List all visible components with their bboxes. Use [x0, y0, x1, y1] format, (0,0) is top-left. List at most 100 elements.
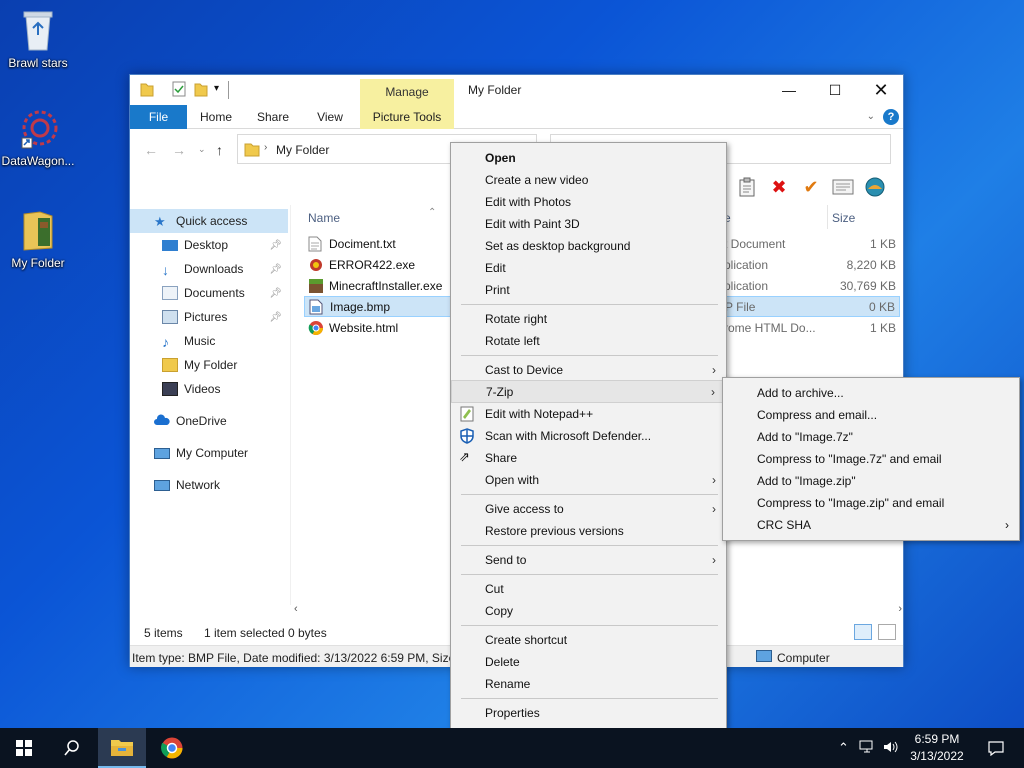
menu-item-7zip[interactable]: 7-Zip › [451, 380, 726, 403]
customize-quick-access-icon[interactable]: ▾ [214, 83, 219, 101]
scroll-left-icon[interactable]: ‹ [294, 603, 298, 615]
breadcrumb[interactable]: My Folder [276, 143, 329, 157]
desktop-icon-recycle-bin[interactable]: Brawl stars [0, 8, 76, 70]
column-header-name[interactable]: Name [308, 211, 340, 225]
menu-item-create-shortcut[interactable]: Create shortcut [451, 629, 726, 651]
sidebar-item-quick-access[interactable]: ★ Quick access [130, 209, 288, 233]
sidebar-item-videos[interactable]: Videos [130, 377, 288, 401]
network-tray-icon[interactable] [859, 740, 875, 757]
show-hidden-icons-icon[interactable]: ⌃ [838, 740, 849, 756]
menu-item-edit-photos[interactable]: Edit with Photos [451, 191, 726, 213]
menu-item-give-access[interactable]: Give access to › [451, 498, 726, 520]
start-button[interactable] [0, 728, 48, 768]
pin-icon[interactable]: 📌︎ [269, 288, 282, 299]
properties-card-icon[interactable] [831, 176, 855, 198]
submenu-item-compress-email[interactable]: Compress and email... [723, 404, 1019, 426]
back-arrow-icon[interactable]: ← [144, 142, 158, 158]
desktop-icon-my-folder[interactable]: My Folder [0, 208, 76, 270]
tab-share[interactable]: Share [248, 105, 298, 129]
tab-view[interactable]: View [306, 105, 354, 129]
cloud-icon [154, 414, 170, 428]
column-header-size[interactable]: Size [832, 211, 855, 225]
recent-locations-icon[interactable]: ⌄ [198, 144, 206, 155]
help-icon[interactable]: ? [883, 109, 899, 125]
pin-icon[interactable]: 📌︎ [269, 312, 282, 323]
menu-item-label: Copy [485, 604, 514, 618]
clock[interactable]: 6:59 PM 3/13/2022 [905, 731, 969, 765]
sidebar-item-desktop[interactable]: Desktop 📌︎ [130, 233, 288, 257]
documents-icon [162, 286, 178, 300]
exe-file-icon [308, 257, 324, 273]
menu-item-rename[interactable]: Rename [451, 673, 726, 695]
maximize-button[interactable]: ☐ [812, 75, 858, 105]
search-button[interactable] [48, 728, 96, 768]
desktop-icon-label: My Folder [11, 256, 65, 270]
submenu-item-add-to-archive[interactable]: Add to archive... [723, 382, 1019, 404]
menu-item-restore-versions[interactable]: Restore previous versions [451, 520, 726, 542]
submenu-item-add-7z[interactable]: Add to "Image.7z" [723, 426, 1019, 448]
clipboard-icon[interactable] [735, 176, 759, 198]
shell-globe-icon[interactable] [863, 176, 887, 198]
menu-item-copy[interactable]: Copy [451, 600, 726, 622]
tab-manage[interactable]: Manage [360, 79, 454, 105]
properties-quick-icon[interactable] [172, 81, 186, 99]
scroll-right-icon[interactable]: › [898, 603, 902, 615]
submenu-item-compress-7z-email[interactable]: Compress to "Image.7z" and email [723, 448, 1019, 470]
menu-item-edit-paint3d[interactable]: Edit with Paint 3D [451, 213, 726, 235]
chevron-right-icon: › [712, 473, 716, 487]
details-view-icon[interactable] [854, 624, 872, 640]
menu-item-cast-to-device[interactable]: Cast to Device › [451, 359, 726, 381]
expand-ribbon-icon[interactable]: ⌄ [867, 111, 875, 122]
title-bar: ▾ Manage My Folder — ☐ ✕ [130, 75, 903, 105]
pin-icon[interactable]: 📌︎ [269, 264, 282, 275]
new-folder-quick-icon[interactable] [194, 81, 208, 99]
sidebar-item-pictures[interactable]: Pictures 📌︎ [130, 305, 288, 329]
sidebar-item-onedrive[interactable]: OneDrive [130, 409, 288, 433]
volume-icon[interactable] [883, 740, 899, 757]
pin-icon[interactable]: 📌︎ [269, 240, 282, 251]
menu-item-print[interactable]: Print [451, 279, 726, 301]
menu-item-delete[interactable]: Delete [451, 651, 726, 673]
menu-item-set-background[interactable]: Set as desktop background [451, 235, 726, 257]
checkmark-icon[interactable]: ✔ [799, 176, 823, 198]
menu-item-send-to[interactable]: Send to › [451, 549, 726, 571]
file-type: rome HTML Do... [724, 320, 816, 335]
sidebar-item-downloads[interactable]: ↓ Downloads 📌︎ [130, 257, 288, 281]
menu-item-edit[interactable]: Edit [451, 257, 726, 279]
menu-item-share[interactable]: ⇗ Share [451, 447, 726, 469]
minimize-button[interactable]: — [766, 75, 812, 105]
close-button[interactable]: ✕ [858, 75, 904, 105]
tab-home[interactable]: Home [192, 105, 240, 129]
taskbar-file-explorer[interactable] [98, 728, 146, 768]
menu-item-create-video[interactable]: Create a new video [451, 169, 726, 191]
menu-item-cut[interactable]: Cut [451, 578, 726, 600]
maximize-icon: ☐ [828, 81, 842, 98]
taskbar-chrome[interactable] [148, 728, 196, 768]
delete-x-icon[interactable]: ✖ [767, 176, 791, 198]
menu-item-label: Compress and email... [757, 408, 878, 422]
forward-arrow-icon[interactable]: → [172, 142, 186, 158]
menu-item-open-with[interactable]: Open with › [451, 469, 726, 491]
sidebar-item-network[interactable]: Network [130, 473, 288, 497]
menu-item-rotate-right[interactable]: Rotate right [451, 308, 726, 330]
sidebar-item-music[interactable]: ♪ Music [130, 329, 288, 353]
menu-item-open[interactable]: Open [451, 147, 726, 169]
desktop-icon-datawagon[interactable]: DataWagon... [0, 106, 76, 168]
sidebar-item-my-computer[interactable]: My Computer [130, 441, 288, 465]
window-title: My Folder [468, 83, 522, 97]
submenu-item-add-zip[interactable]: Add to "Image.zip" [723, 470, 1019, 492]
sidebar-item-my-folder[interactable]: My Folder [130, 353, 288, 377]
notifications-button[interactable] [972, 728, 1020, 768]
menu-item-scan-defender[interactable]: Scan with Microsoft Defender... [451, 425, 726, 447]
tab-picture-tools[interactable]: Picture Tools [360, 105, 454, 129]
menu-item-properties[interactable]: Properties [451, 702, 726, 724]
sidebar-item-documents[interactable]: Documents 📌︎ [130, 281, 288, 305]
menu-item-rotate-left[interactable]: Rotate left [451, 330, 726, 352]
submenu-item-crc-sha[interactable]: CRC SHA › [723, 514, 1019, 536]
menu-item-notepadpp[interactable]: Edit with Notepad++ [451, 403, 726, 425]
chevron-right-icon: › [712, 363, 716, 377]
large-icons-view-icon[interactable] [878, 624, 896, 640]
submenu-item-compress-zip-email[interactable]: Compress to "Image.zip" and email [723, 492, 1019, 514]
up-arrow-icon[interactable]: ↑ [216, 142, 223, 158]
tab-file[interactable]: File [130, 105, 187, 129]
